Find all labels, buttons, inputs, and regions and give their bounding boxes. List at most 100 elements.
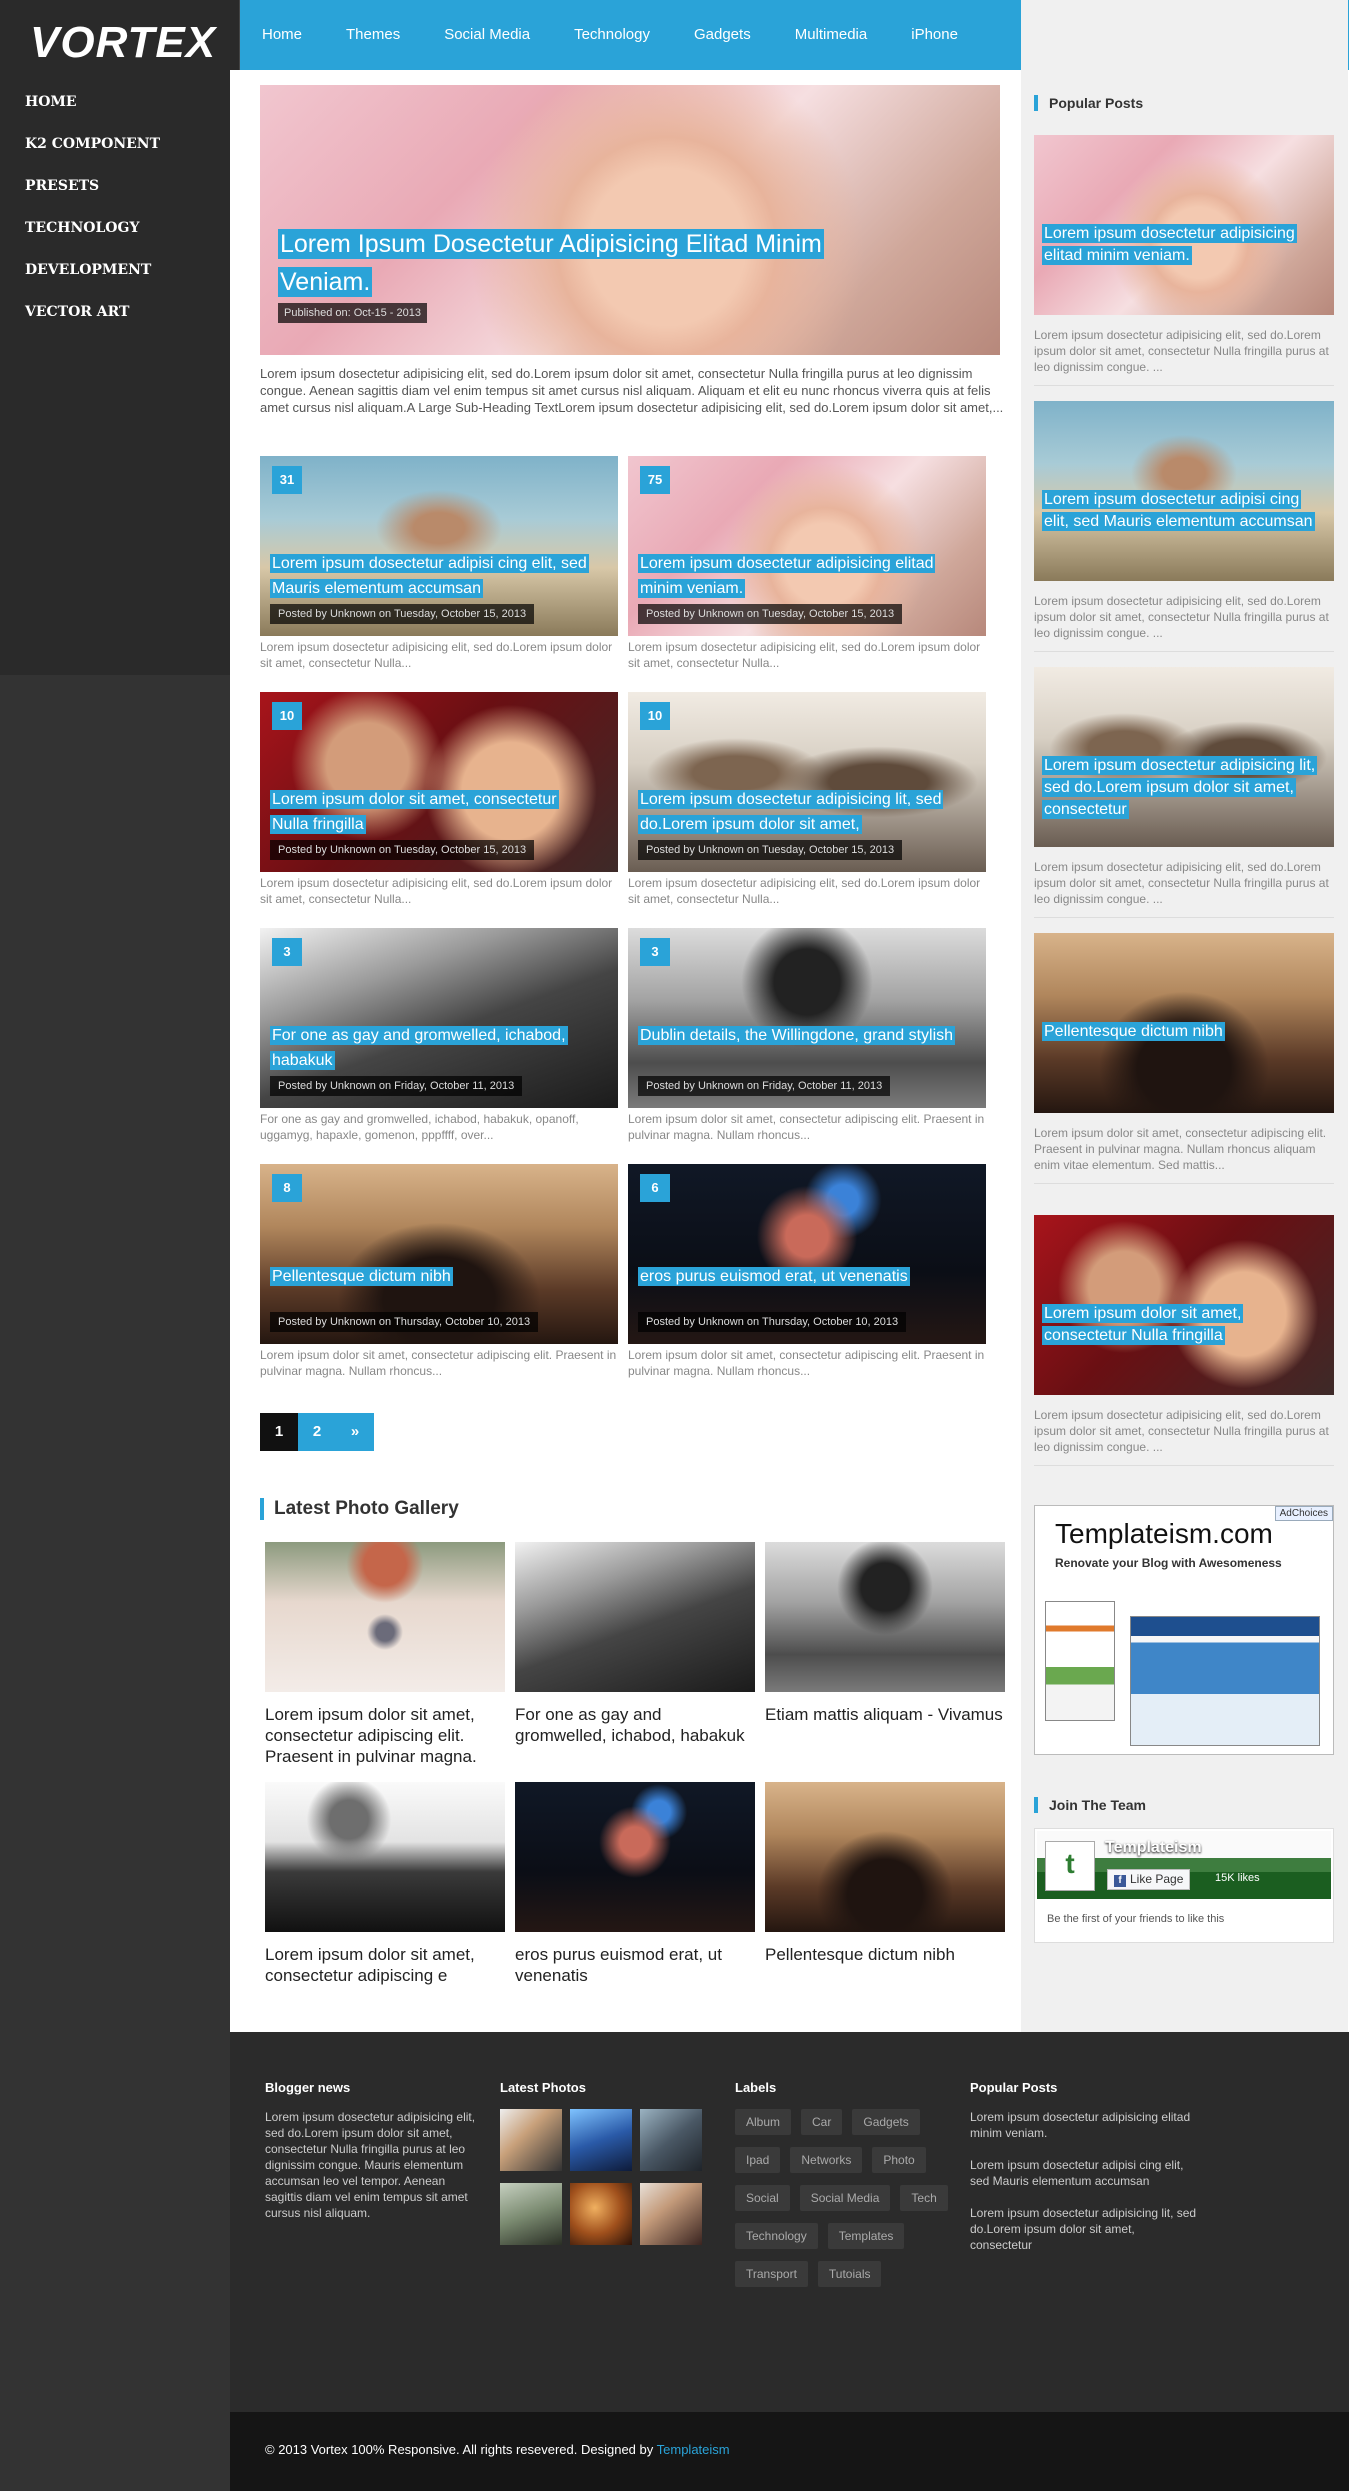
label-gadgets[interactable]: Gadgets (852, 2109, 920, 2135)
label-photo[interactable]: Photo (872, 2147, 926, 2173)
top-menu-gadgets[interactable]: Gadgets (672, 0, 773, 70)
ad-choices-label[interactable]: AdChoices (1274, 1506, 1333, 1521)
gallery-item[interactable]: For one as gay and gromwelled, ichabod, … (515, 1542, 755, 1746)
gallery-caption[interactable]: Etiam mattis aliquam - Vivamus (765, 1704, 1005, 1725)
sidebar-popular-post[interactable]: Lorem ipsum dosectetur adipisicing lit, … (1034, 667, 1334, 918)
footer-popular-link[interactable]: Lorem ipsum dosectetur adipisi cing elit… (970, 2157, 1200, 2189)
gallery-image[interactable] (515, 1542, 755, 1692)
featured-post[interactable]: Lorem Ipsum Dosectetur Adipisicing Elita… (260, 85, 1000, 355)
sidebar-post-image[interactable]: Lorem ipsum dosectetur adipisicing lit, … (1034, 667, 1334, 847)
footer-popular-link[interactable]: Lorem ipsum dosectetur adipisicing lit, … (970, 2205, 1200, 2253)
sidebar-post-title[interactable]: Lorem ipsum dosectetur adipisicing lit, … (1042, 755, 1322, 821)
post-title[interactable]: eros purus euismod erat, ut venenatis (638, 1264, 958, 1289)
sidebar-popular-post[interactable]: Lorem ipsum dosectetur adipisicing elita… (1034, 135, 1334, 386)
left-menu-k2-component[interactable]: K2 COMPONENT (25, 132, 160, 174)
sidebar-popular-post[interactable]: Lorem ipsum dosectetur adipisi cing elit… (1034, 401, 1334, 652)
label-ipad[interactable]: Ipad (735, 2147, 781, 2173)
gallery-caption[interactable]: Lorem ipsum dolor sit amet, consectetur … (265, 1944, 505, 1986)
left-menu-development[interactable]: DEVELOPMENT (25, 258, 160, 300)
gallery-item[interactable]: Etiam mattis aliquam - Vivamus (765, 1542, 1005, 1725)
label-album[interactable]: Album (735, 2109, 792, 2135)
post-title[interactable]: Lorem ipsum dosectetur adipisicing lit, … (638, 787, 958, 837)
advertisement-banner[interactable]: AdChoices Templateism.com Renovate your … (1034, 1505, 1334, 1755)
sidebar-post-title[interactable]: Lorem ipsum dosectetur adipisi cing elit… (1042, 489, 1322, 533)
label-tutoials[interactable]: Tutoials (817, 2261, 882, 2287)
post-card[interactable]: 75 Lorem ipsum dosectetur adipisicing el… (628, 456, 986, 671)
label-templates[interactable]: Templates (827, 2223, 905, 2249)
post-card[interactable]: 31 Lorem ipsum dosectetur adipisi cing e… (260, 456, 618, 671)
gallery-item[interactable]: Pellentesque dictum nibh (765, 1782, 1005, 1965)
gallery-item[interactable]: Lorem ipsum dolor sit amet, consectetur … (265, 1542, 505, 1767)
post-title[interactable]: Lorem ipsum dolor sit amet, consectetur … (270, 787, 590, 837)
gallery-image[interactable] (265, 1782, 505, 1932)
templateism-logo[interactable]: t (1045, 1841, 1095, 1891)
post-image[interactable]: 31 Lorem ipsum dosectetur adipisi cing e… (260, 456, 618, 636)
post-card[interactable]: 6 eros purus euismod erat, ut venenatis … (628, 1164, 986, 1379)
left-menu-vector-art[interactable]: VECTOR ART (25, 300, 160, 342)
facebook-like-button[interactable]: f Like Page (1107, 1869, 1191, 1890)
post-title[interactable]: For one as gay and gromwelled, ichabod, … (270, 1023, 590, 1073)
label-transport[interactable]: Transport (735, 2261, 808, 2287)
facebook-cover[interactable]: t Templateism f Like Page 15K likes (1037, 1831, 1331, 1899)
footer-photo-thumb[interactable] (500, 2183, 562, 2245)
gallery-item[interactable]: eros purus euismod erat, ut venenatis (515, 1782, 755, 1986)
post-title[interactable]: Pellentesque dictum nibh (270, 1264, 590, 1289)
footer-photo-thumb[interactable] (500, 2109, 562, 2171)
designer-link[interactable]: Templateism (657, 2442, 730, 2457)
top-menu-technology[interactable]: Technology (552, 0, 672, 70)
footer-popular-link[interactable]: Lorem ipsum dosectetur adipisicing elita… (970, 2109, 1200, 2141)
site-logo[interactable]: VORTEX (30, 18, 216, 68)
left-menu-home[interactable]: HOME (25, 90, 160, 132)
post-card[interactable]: 3 For one as gay and gromwelled, ichabod… (260, 928, 618, 1143)
post-title[interactable]: Lorem ipsum dosectetur adipisicing elita… (638, 551, 958, 601)
post-card[interactable]: 3 Dublin details, the Willingdone, grand… (628, 928, 986, 1143)
label-tech[interactable]: Tech (900, 2185, 948, 2211)
page-2-button[interactable]: 2 (298, 1413, 336, 1451)
sidebar-post-title[interactable]: Lorem ipsum dolor sit amet, consectetur … (1042, 1303, 1322, 1347)
post-title[interactable]: Dublin details, the Willingdone, grand s… (638, 1023, 958, 1048)
next-page-button[interactable]: » (336, 1413, 374, 1451)
featured-title[interactable]: Lorem Ipsum Dosectetur Adipisicing Elita… (278, 225, 838, 301)
label-social-media[interactable]: Social Media (799, 2185, 891, 2211)
post-card[interactable]: 8 Pellentesque dictum nibh Posted by Unk… (260, 1164, 618, 1379)
sidebar-post-image[interactable]: Lorem ipsum dosectetur adipisi cing elit… (1034, 401, 1334, 581)
gallery-image[interactable] (765, 1542, 1005, 1692)
post-image[interactable]: 10 Lorem ipsum dolor sit amet, consectet… (260, 692, 618, 872)
gallery-item[interactable]: Lorem ipsum dolor sit amet, consectetur … (265, 1782, 505, 1986)
footer-photo-thumb[interactable] (640, 2109, 702, 2171)
post-image[interactable]: 75 Lorem ipsum dosectetur adipisicing el… (628, 456, 986, 636)
top-menu-themes[interactable]: Themes (324, 0, 422, 70)
sidebar-post-image[interactable]: Pellentesque dictum nibh (1034, 933, 1334, 1113)
post-title[interactable]: Lorem ipsum dosectetur adipisi cing elit… (270, 551, 590, 601)
gallery-image[interactable] (765, 1782, 1005, 1932)
gallery-image[interactable] (265, 1542, 505, 1692)
label-car[interactable]: Car (801, 2109, 843, 2135)
post-image[interactable]: 8 Pellentesque dictum nibh Posted by Unk… (260, 1164, 618, 1344)
gallery-caption[interactable]: Lorem ipsum dolor sit amet, consectetur … (265, 1704, 505, 1767)
top-menu-multimedia[interactable]: Multimedia (773, 0, 890, 70)
post-image[interactable]: 6 eros purus euismod erat, ut venenatis … (628, 1164, 986, 1344)
top-menu-home[interactable]: Home (240, 0, 324, 70)
gallery-caption[interactable]: Pellentesque dictum nibh (765, 1944, 1005, 1965)
ad-title[interactable]: Templateism.com (1055, 1518, 1273, 1550)
page-1-button[interactable]: 1 (260, 1413, 298, 1451)
post-image[interactable]: 10 Lorem ipsum dosectetur adipisicing li… (628, 692, 986, 872)
sidebar-post-title[interactable]: Lorem ipsum dosectetur adipisicing elita… (1042, 223, 1322, 267)
gallery-caption[interactable]: For one as gay and gromwelled, ichabod, … (515, 1704, 755, 1746)
sidebar-post-image[interactable]: Lorem ipsum dolor sit amet, consectetur … (1034, 1215, 1334, 1395)
sidebar-popular-post[interactable]: Lorem ipsum dolor sit amet, consectetur … (1034, 1215, 1334, 1466)
top-menu-social-media[interactable]: Social Media (422, 0, 552, 70)
post-card[interactable]: 10 Lorem ipsum dolor sit amet, consectet… (260, 692, 618, 907)
left-menu-presets[interactable]: PRESETS (25, 174, 160, 216)
gallery-image[interactable] (515, 1782, 755, 1932)
label-technology[interactable]: Technology (735, 2223, 818, 2249)
sidebar-post-image[interactable]: Lorem ipsum dosectetur adipisicing elita… (1034, 135, 1334, 315)
footer-photo-thumb[interactable] (640, 2183, 702, 2245)
post-image[interactable]: 3 For one as gay and gromwelled, ichabod… (260, 928, 618, 1108)
gallery-caption[interactable]: eros purus euismod erat, ut venenatis (515, 1944, 755, 1986)
label-social[interactable]: Social (735, 2185, 790, 2211)
sidebar-post-title[interactable]: Pellentesque dictum nibh (1042, 1021, 1322, 1043)
label-networks[interactable]: Networks (790, 2147, 863, 2173)
post-card[interactable]: 10 Lorem ipsum dosectetur adipisicing li… (628, 692, 986, 907)
left-menu-technology[interactable]: TECHNOLOGY (25, 216, 160, 258)
